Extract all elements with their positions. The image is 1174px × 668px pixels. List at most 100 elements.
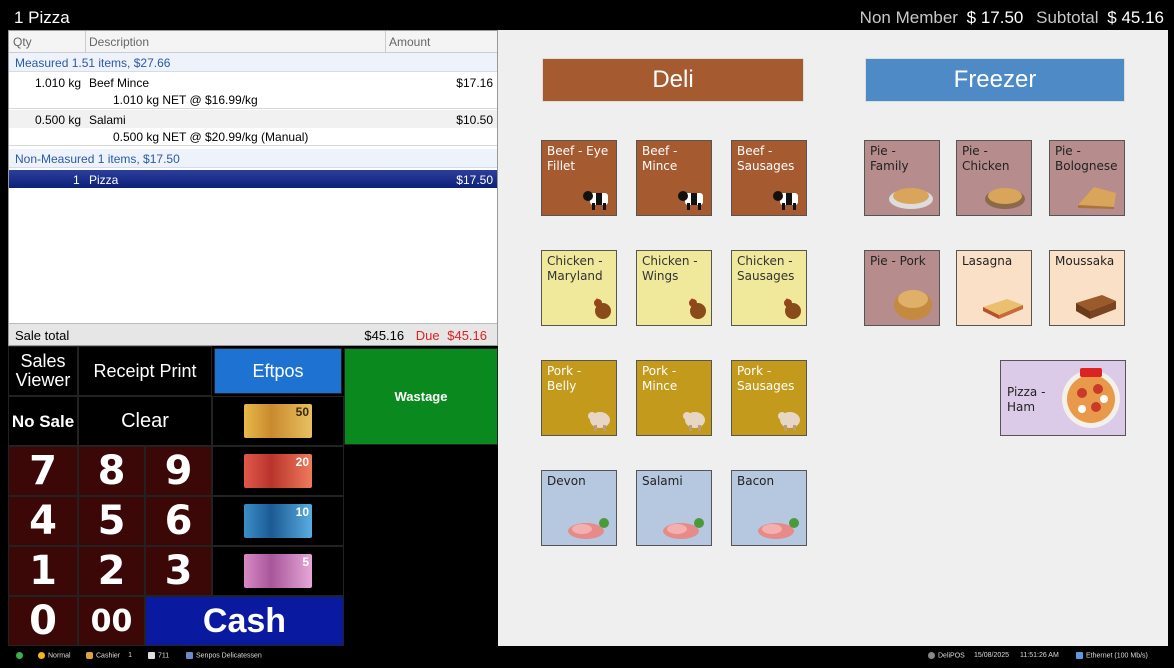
- tile-pie-chicken[interactable]: Pie - Chicken: [956, 140, 1032, 216]
- line-desc: Pizza: [89, 173, 119, 187]
- digit-1-key[interactable]: 1: [8, 546, 78, 596]
- sliced-meat-icon: [568, 518, 609, 539]
- eftpos-button[interactable]: Eftpos: [214, 348, 342, 394]
- line-amount: $10.50: [456, 113, 493, 127]
- pie-slice-icon: [1078, 187, 1116, 209]
- sale-total-bar: Sale total $45.16 Due $45.16: [9, 323, 497, 345]
- tile-pizza-ham[interactable]: Pizza - Ham: [1000, 360, 1126, 436]
- status-bar: Normal Cashier 1 711 Senpos Delicatessen…: [8, 646, 1168, 666]
- digit-2-key[interactable]: 2: [78, 546, 145, 596]
- banknote-20-icon: 20: [244, 454, 312, 488]
- group-non-measured[interactable]: Non-Measured 1 items, $17.50: [9, 149, 497, 168]
- subtotal-label: Subtotal: [1036, 8, 1099, 27]
- cow-icon: [678, 191, 703, 210]
- banknote-50-icon: 50: [244, 404, 312, 438]
- tile-bacon[interactable]: Bacon: [731, 470, 807, 546]
- note-20-button[interactable]: 20: [212, 446, 344, 496]
- network-icon: [1076, 652, 1083, 659]
- line-detail-text: 1.010 kg NET @ $16.99/kg: [113, 93, 258, 107]
- mode-icon: [38, 652, 45, 659]
- user-icon: [86, 652, 93, 659]
- pie-icon: [889, 188, 933, 209]
- app-icon: [928, 652, 935, 659]
- line-amount: $17.16: [456, 76, 493, 90]
- pie-icon: [985, 188, 1025, 209]
- category-deli-button[interactable]: Deli: [542, 58, 804, 102]
- tile-beef-eye-fillet[interactable]: Beef - Eye Fillet: [541, 140, 617, 216]
- pig-icon: [778, 412, 800, 431]
- tile-pork-belly[interactable]: Pork - Belly: [541, 360, 617, 436]
- tile-lasagna[interactable]: Lasagna: [956, 250, 1032, 326]
- tile-devon[interactable]: Devon: [541, 470, 617, 546]
- col-description: Description: [89, 35, 150, 49]
- clear-button[interactable]: Clear: [78, 396, 212, 446]
- note-5-button[interactable]: 5: [212, 546, 344, 596]
- banknote-5-icon: 5: [244, 554, 312, 588]
- due-label: Due: [415, 328, 440, 343]
- category-freezer-button[interactable]: Freezer: [865, 58, 1125, 102]
- no-sale-button[interactable]: No Sale: [8, 396, 78, 446]
- network-indicator: Ethernet (100 Mb/s): [1076, 652, 1148, 659]
- line-qty: 0.500 kg: [35, 113, 82, 127]
- chicken-icon: [784, 298, 801, 319]
- tile-beef-sausages[interactable]: Beef - Sausages: [731, 140, 807, 216]
- time-readout: 11:51:26 AM: [1020, 652, 1059, 659]
- line-amount: $17.50: [456, 173, 493, 187]
- tile-pork-mince[interactable]: Pork - Mince: [636, 360, 712, 436]
- col-qty: Qty: [13, 35, 32, 49]
- moussaka-icon: [1076, 295, 1116, 319]
- user-indicator: Cashier 1: [86, 652, 132, 659]
- digit-9-key[interactable]: 9: [145, 446, 212, 496]
- sale-total-label: Sale total: [15, 328, 70, 343]
- group-measured[interactable]: Measured 1.51 items, $27.66: [9, 53, 497, 72]
- document-indicator: 711: [148, 652, 169, 659]
- tile-salami[interactable]: Salami: [636, 470, 712, 546]
- app-indicator: DeliPOS: [928, 652, 965, 659]
- pig-icon: [683, 412, 705, 431]
- cash-button[interactable]: Cash: [145, 596, 344, 646]
- member-price: $ 17.50: [966, 8, 1024, 27]
- receipt-line-selected[interactable]: 1 Pizza $17.50: [9, 170, 497, 188]
- digit-7-key[interactable]: 7: [8, 446, 78, 496]
- line-qty: 1.010 kg: [35, 76, 82, 90]
- sliced-meat-icon: [663, 518, 704, 539]
- wastage-button[interactable]: Wastage: [344, 348, 498, 445]
- top-bar: 1 Pizza Non Member $ 17.50 Subtotal $ 45…: [8, 6, 1168, 30]
- tile-pie-family[interactable]: Pie - Family: [864, 140, 940, 216]
- sales-viewer-button[interactable]: Sales Viewer: [8, 346, 78, 396]
- line-detail-text: 0.500 kg NET @ $20.99/kg (Manual): [113, 130, 309, 144]
- double-zero-key[interactable]: 00: [78, 596, 145, 646]
- tile-pie-bolognese[interactable]: Pie - Bolognese: [1049, 140, 1125, 216]
- cow-icon: [773, 191, 798, 210]
- tile-chicken-sausages[interactable]: Chicken - Sausages: [731, 250, 807, 326]
- note-10-button[interactable]: 10: [212, 496, 344, 546]
- receipt-line[interactable]: 0.500 kg Salami $10.50: [9, 110, 497, 128]
- digit-6-key[interactable]: 6: [145, 496, 212, 546]
- digit-8-key[interactable]: 8: [78, 446, 145, 496]
- tile-pie-pork[interactable]: Pie - Pork: [864, 250, 940, 326]
- receipt-header: Qty Description Amount: [9, 31, 497, 53]
- line-desc: Beef Mince: [89, 76, 150, 90]
- cow-icon: [583, 191, 608, 210]
- digit-0-key[interactable]: 0: [8, 596, 78, 646]
- store-icon: [186, 652, 193, 659]
- line-detail: 1.010 kg NET @ $16.99/kg: [9, 91, 497, 109]
- tile-beef-mince[interactable]: Beef - Mince: [636, 140, 712, 216]
- tile-moussaka[interactable]: Moussaka: [1049, 250, 1125, 326]
- tile-chicken-maryland[interactable]: Chicken - Maryland: [541, 250, 617, 326]
- chicken-icon: [689, 298, 706, 319]
- chicken-icon: [594, 298, 611, 319]
- tile-pork-sausages[interactable]: Pork - Sausages: [731, 360, 807, 436]
- receipt-line[interactable]: 1.010 kg Beef Mince $17.16: [9, 73, 497, 91]
- digit-4-key[interactable]: 4: [8, 496, 78, 546]
- banknote-10-icon: 10: [244, 504, 312, 538]
- mode-indicator: Normal: [38, 652, 71, 659]
- digit-5-key[interactable]: 5: [78, 496, 145, 546]
- receipt-panel: Qty Description Amount Measured 1.51 ite…: [8, 30, 498, 346]
- receipt-print-button[interactable]: Receipt Print: [78, 346, 212, 396]
- col-amount: Amount: [389, 35, 431, 49]
- digit-3-key[interactable]: 3: [145, 546, 212, 596]
- tile-chicken-wings[interactable]: Chicken - Wings: [636, 250, 712, 326]
- note-50-button[interactable]: 50: [212, 396, 344, 446]
- member-status-label: Non Member: [859, 8, 958, 27]
